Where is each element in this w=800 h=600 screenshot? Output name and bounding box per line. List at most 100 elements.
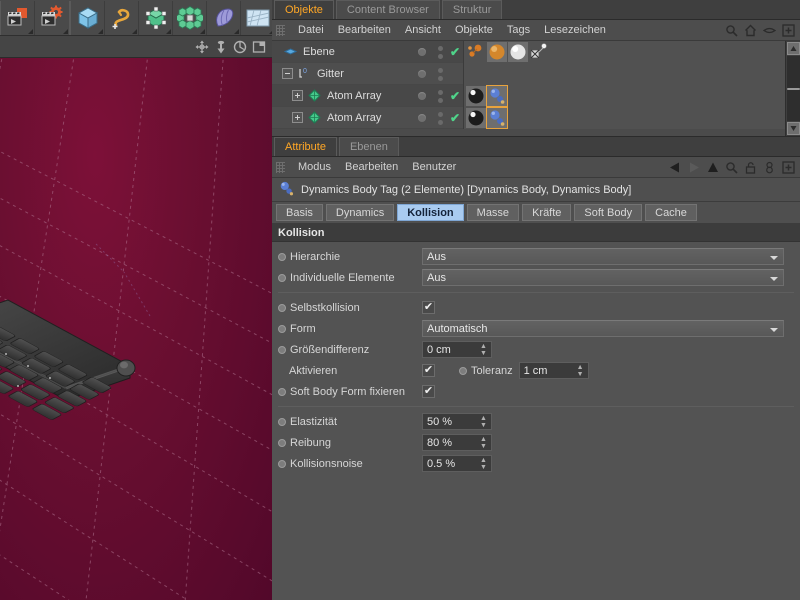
animate-radio-icon[interactable] (278, 252, 286, 261)
menu-objekte[interactable]: Objekte (448, 20, 500, 41)
animate-radio-icon[interactable] (278, 345, 286, 354)
table-row[interactable]: Atom Array ✔ (272, 85, 785, 107)
reibung-input[interactable]: 80 % ▲ ▼ (422, 434, 492, 451)
tab-masse[interactable]: Masse (466, 204, 520, 221)
tab-struktur[interactable]: Struktur (441, 0, 503, 19)
scroll-thumb[interactable] (786, 87, 800, 90)
tab-content-browser[interactable]: Content Browser (335, 0, 440, 19)
tab-ebenen[interactable]: Ebenen (338, 137, 399, 156)
menu-lesezeichen[interactable]: Lesezeichen (537, 20, 613, 41)
menu-tags[interactable]: Tags (500, 20, 537, 41)
tag-list[interactable] (463, 63, 785, 85)
tab-cache[interactable]: Cache (645, 204, 697, 221)
plus-icon[interactable] (781, 160, 796, 175)
grip-handle-icon[interactable] (276, 161, 285, 173)
lens-icon[interactable] (762, 23, 777, 38)
white-material-tag[interactable] (508, 42, 528, 62)
plus-icon[interactable] (781, 23, 796, 38)
selbstkollision-checkbox[interactable]: ✔ (422, 301, 435, 314)
grip-handle-icon[interactable] (276, 24, 285, 36)
scroll-up-icon[interactable] (786, 42, 800, 55)
visibility-dot[interactable] (411, 92, 433, 100)
dynamics-body-tag[interactable] (486, 85, 508, 107)
atom-array-tag[interactable] (466, 42, 486, 62)
form-dropdown[interactable]: Automatisch (422, 320, 784, 337)
dynamics-body-tag[interactable] (486, 107, 508, 129)
up-arrow-icon[interactable] (705, 160, 720, 175)
visibility-dot[interactable] (411, 114, 433, 122)
animate-radio-icon[interactable] (278, 303, 286, 312)
search-icon[interactable] (724, 23, 739, 38)
menu-ansicht[interactable]: Ansicht (398, 20, 448, 41)
tab-attribute[interactable]: Attribute (274, 137, 337, 156)
animate-radio-icon[interactable] (278, 417, 286, 426)
visibility-toggles[interactable] (433, 89, 447, 103)
tab-kraefte[interactable]: Kräfte (522, 204, 572, 221)
3d-viewport[interactable] (0, 58, 272, 600)
enabled-check-icon[interactable]: ✔ (447, 89, 463, 103)
home-icon[interactable] (743, 23, 758, 38)
tree-expander-closed[interactable] (292, 90, 303, 101)
aktivieren-checkbox[interactable]: ✔ (422, 364, 435, 377)
visibility-toggles[interactable] (433, 111, 447, 125)
tree-expander-open[interactable] (282, 68, 293, 79)
enabled-check-icon[interactable]: ✔ (447, 111, 463, 125)
view-layout-icon[interactable] (249, 37, 268, 56)
tab-dynamics[interactable]: Dynamics (325, 204, 395, 221)
object-tree-scrollbar[interactable] (785, 41, 800, 136)
dynamics-link-tag[interactable] (529, 42, 549, 62)
forward-arrow-icon[interactable] (686, 160, 701, 175)
tab-kollision[interactable]: Kollision (397, 204, 464, 221)
tree-expander-closed[interactable] (292, 112, 303, 123)
enabled-check-icon[interactable]: ✔ (447, 45, 463, 59)
hierarchie-dropdown[interactable]: Aus (422, 248, 784, 265)
zoom-camera-icon[interactable] (211, 37, 230, 56)
tab-objekte[interactable]: Objekte (274, 0, 334, 19)
animate-radio-icon[interactable] (459, 366, 467, 375)
spinner-icon[interactable]: ▲ ▼ (480, 436, 487, 450)
animate-radio-icon[interactable] (278, 387, 286, 396)
scroll-down-icon[interactable] (786, 122, 800, 135)
tag-list[interactable] (463, 107, 785, 129)
scene-icon[interactable] (241, 1, 275, 35)
visibility-dot[interactable] (411, 48, 433, 56)
back-arrow-icon[interactable] (667, 160, 682, 175)
nurbs-icon[interactable] (139, 0, 173, 35)
link-icon[interactable] (762, 160, 777, 175)
tag-list[interactable] (463, 85, 785, 107)
array-icon[interactable] (173, 0, 207, 35)
spline-icon[interactable] (105, 0, 139, 35)
menu-bearbeiten[interactable]: Bearbeiten (331, 20, 398, 41)
visibility-toggles[interactable] (433, 67, 447, 81)
tab-basis[interactable]: Basis (276, 204, 323, 221)
table-row[interactable]: 0 Gitter (272, 63, 785, 85)
object-tree[interactable]: Ebene ✔ 0 Gitter Atom Array ✔ Atom Array… (272, 41, 800, 137)
deformer-icon[interactable] (207, 0, 241, 35)
kollisionsnoise-input[interactable]: 0.5 % ▲ ▼ (422, 455, 492, 472)
table-row[interactable]: Ebene ✔ (272, 41, 785, 63)
animate-radio-icon[interactable] (278, 438, 286, 447)
menu-benutzer[interactable]: Benutzer (405, 157, 463, 178)
menu-modus[interactable]: Modus (291, 157, 338, 178)
table-row[interactable]: Atom Array ✔ (272, 107, 785, 129)
scroll-track[interactable] (786, 56, 800, 121)
tab-soft-body[interactable]: Soft Body (574, 204, 643, 221)
visibility-toggles[interactable] (433, 45, 447, 59)
spinner-icon[interactable]: ▲ ▼ (480, 457, 487, 471)
lock-icon[interactable] (743, 160, 758, 175)
spinner-icon[interactable]: ▲ ▼ (480, 343, 487, 357)
menu-bearbeiten[interactable]: Bearbeiten (338, 157, 405, 178)
elastizitaet-input[interactable]: 50 % ▲ ▼ (422, 413, 492, 430)
visibility-dot[interactable] (411, 70, 433, 78)
spinner-icon[interactable]: ▲ ▼ (480, 415, 487, 429)
render-settings-icon[interactable] (35, 1, 69, 35)
render-view-icon[interactable] (1, 0, 35, 35)
individuelle-elemente-dropdown[interactable]: Aus (422, 269, 784, 286)
animate-radio-icon[interactable] (278, 273, 286, 282)
groessendifferenz-input[interactable]: 0 cm ▲ ▼ (422, 341, 492, 358)
toleranz-input[interactable]: 1 cm ▲ ▼ (518, 362, 589, 379)
animate-radio-icon[interactable] (278, 324, 286, 333)
search-icon[interactable] (724, 160, 739, 175)
soft-body-form-fixieren-checkbox[interactable]: ✔ (422, 385, 435, 398)
phong-tag[interactable] (466, 108, 486, 128)
